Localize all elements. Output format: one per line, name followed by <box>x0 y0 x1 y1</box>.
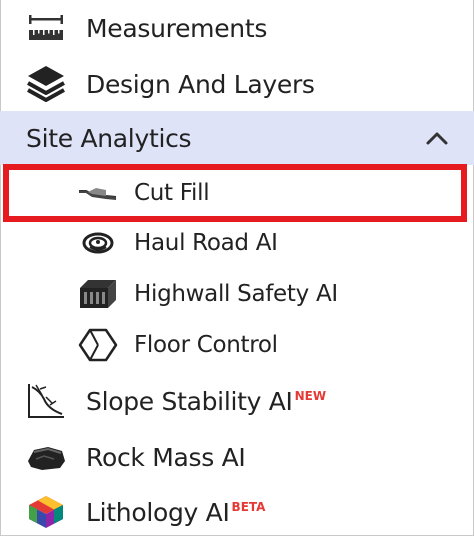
menu-item-label: Cut Fill <box>134 179 210 206</box>
menu-item-label: Highwall Safety AI <box>134 280 338 307</box>
haul-road-icon <box>76 225 120 261</box>
slope-icon <box>26 381 66 421</box>
menu-item-rock-mass[interactable]: Rock Mass AI <box>0 429 474 485</box>
section-title: Site Analytics <box>26 123 192 153</box>
submenu-item-cut-fill[interactable]: Cut Fill <box>0 167 474 218</box>
menu-item-design-layers[interactable]: Design And Layers <box>0 56 474 112</box>
menu-item-label: Rock Mass AI <box>86 442 246 472</box>
highwall-icon <box>76 276 120 312</box>
menu-item-lithology[interactable]: Lithology AI BETA <box>0 484 474 540</box>
menu-item-slope-stability[interactable]: Slope Stability AI NEW <box>0 373 474 429</box>
ruler-icon <box>26 8 66 48</box>
chevron-up-icon[interactable] <box>424 125 450 151</box>
floor-control-icon <box>76 327 120 363</box>
new-badge: NEW <box>294 389 327 404</box>
cut-fill-icon <box>76 175 120 211</box>
menu-item-label: Floor Control <box>134 331 278 358</box>
menu-item-measurements[interactable]: Measurements <box>0 0 474 56</box>
menu-item-label: Haul Road AI <box>134 229 278 256</box>
submenu-item-highwall-safety[interactable]: Highwall Safety AI <box>0 268 474 319</box>
rock-icon <box>26 437 66 477</box>
slope-stability-text: Slope Stability AI <box>86 386 293 416</box>
submenu-item-floor-control[interactable]: Floor Control <box>0 319 474 370</box>
menu-item-label: Slope Stability AI NEW <box>86 387 326 416</box>
section-header-site-analytics[interactable]: Site Analytics <box>0 111 474 165</box>
menu-item-label: Design And Layers <box>86 69 315 99</box>
lithology-text: Lithology AI <box>86 497 230 527</box>
menu-item-label: Measurements <box>86 13 268 43</box>
menu-item-label: Lithology AI BETA <box>86 498 265 527</box>
beta-badge: BETA <box>231 500 266 515</box>
submenu-item-haul-road[interactable]: Haul Road AI <box>0 217 474 268</box>
lithology-icon <box>26 492 66 532</box>
layers-icon <box>26 64 66 104</box>
